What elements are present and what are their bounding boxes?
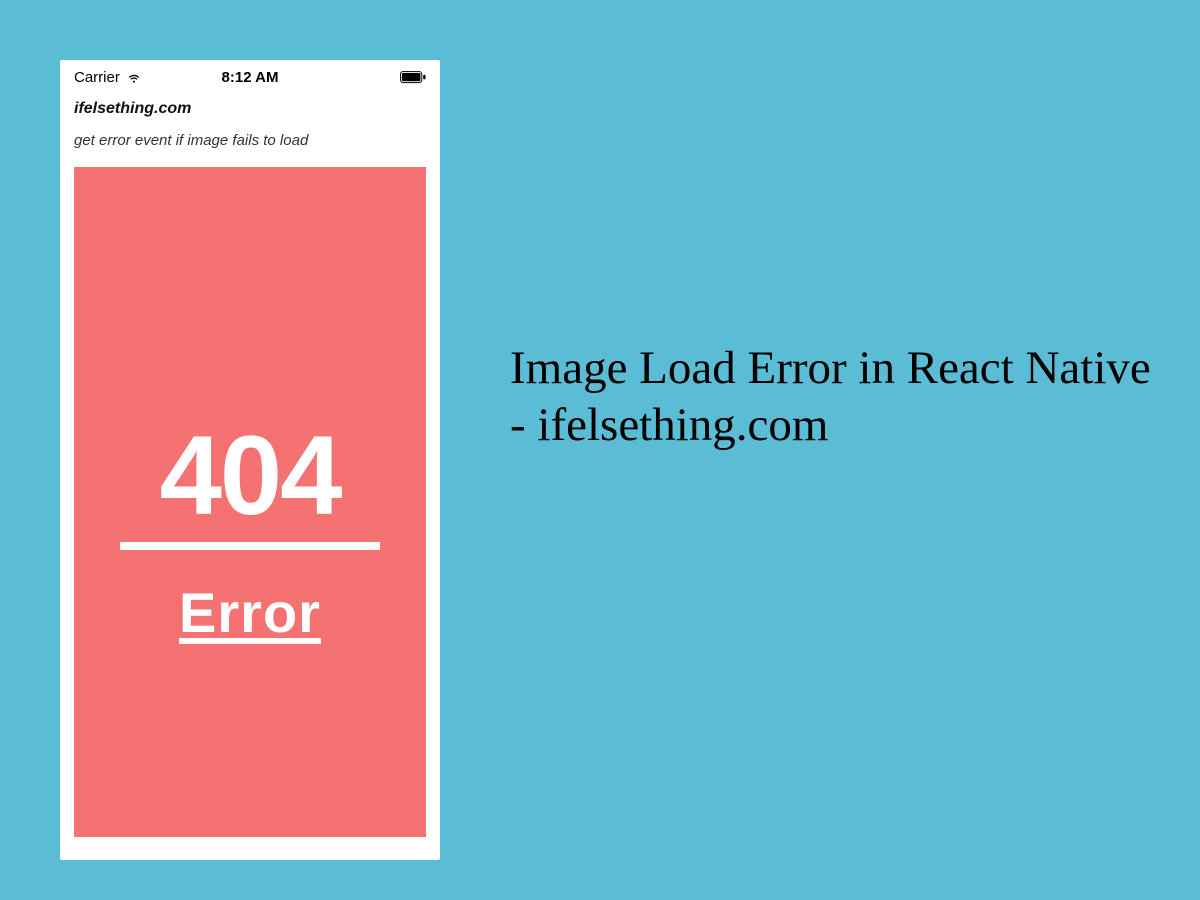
error-label: Error (179, 580, 321, 645)
status-bar: Carrier 8:12 AM (60, 60, 440, 90)
app-subtitle: get error event if image fails to load (74, 132, 426, 149)
error-code: 404 (160, 420, 341, 532)
battery-icon (400, 71, 426, 84)
carrier-label: Carrier (74, 69, 120, 86)
app-header: ifelsething.com get error event if image… (60, 90, 440, 167)
phone-mockup: Carrier 8:12 AM ifelsething.com get erro… (60, 60, 440, 860)
page-headline: Image Load Error in React Native - ifels… (510, 340, 1160, 455)
status-right (400, 71, 426, 84)
wifi-icon (126, 69, 142, 85)
clock: 8:12 AM (222, 69, 279, 86)
error-image-placeholder: 404 Error (74, 167, 426, 837)
app-title: ifelsething.com (74, 100, 426, 118)
divider (120, 542, 380, 550)
status-left: Carrier (74, 69, 142, 86)
